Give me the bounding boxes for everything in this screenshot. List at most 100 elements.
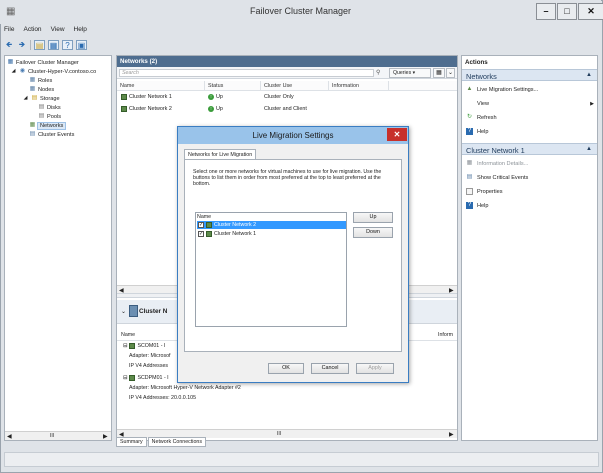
collapse-triangle-icon[interactable]: ▲	[586, 72, 592, 78]
search-input[interactable]: Search	[119, 69, 374, 77]
tree-item-storage[interactable]: ◢ ▤ Storage	[22, 95, 60, 102]
collapse-triangle-icon[interactable]: ▲	[586, 146, 592, 152]
tab-network-connections[interactable]: Network Connections	[147, 437, 207, 447]
detail-row[interactable]: ⊟ SCOM01 - I	[123, 343, 165, 349]
network-icon	[121, 94, 127, 100]
back-arrow-icon[interactable]: 🡸	[4, 40, 14, 50]
menu-action[interactable]: Action	[23, 26, 41, 37]
queries-label: Queries	[393, 70, 412, 76]
network-icon	[206, 222, 212, 228]
collapse-chevron-icon[interactable]: ⌄	[446, 68, 455, 78]
tree-horizontal-scrollbar[interactable]: ◀ III ▶	[5, 431, 111, 440]
detail-adapter: Adapter: Microsof	[129, 353, 171, 359]
navigation-tree: ▦ Failover Cluster Manager ◢ ◉ Cluster-H…	[4, 55, 112, 441]
maximize-button[interactable]: □	[557, 3, 577, 20]
action-label: View	[477, 100, 490, 107]
tree-item-cluster[interactable]: ◢ ◉ Cluster-Hyper-V.contoso.co	[10, 68, 97, 75]
close-button[interactable]: ✕	[578, 3, 603, 20]
action-view[interactable]: View ▶	[466, 100, 594, 107]
tree-item-label: Pools	[47, 113, 61, 120]
pane-title: Networks (2)	[117, 56, 457, 67]
expand-minus-icon[interactable]: ⊟	[123, 343, 127, 349]
action-label: Help	[477, 128, 489, 135]
menu-file[interactable]: File	[4, 26, 14, 37]
network-checkbox[interactable]: ✓	[198, 222, 204, 228]
section-title: Cluster Network 1	[466, 146, 525, 155]
down-button[interactable]: Down	[353, 227, 393, 238]
menu-help[interactable]: Help	[74, 26, 87, 37]
search-icon[interactable]: ⚲	[376, 69, 380, 76]
action-help-network[interactable]: ? Help	[466, 202, 489, 209]
action-information-details[interactable]: ▦ Information Details...	[466, 160, 529, 167]
list-item[interactable]: ✓ Cluster Network 2	[197, 221, 346, 229]
detail-adapter: Adapter: Microsoft Hyper-V Network Adapt…	[129, 385, 241, 391]
network-status: Up	[216, 106, 223, 112]
save-query-icon[interactable]: ▦	[433, 68, 445, 78]
action-show-critical-events[interactable]: ▤ Show Critical Events	[466, 174, 529, 181]
up-button[interactable]: Up	[353, 212, 393, 223]
expand-minus-icon[interactable]: ⊟	[123, 375, 127, 381]
tree-item-pools[interactable]: ▤ Pools	[38, 113, 61, 120]
help-icon[interactable]: ?	[62, 40, 73, 50]
action-label: Properties	[477, 188, 503, 195]
ok-button[interactable]: OK	[268, 363, 304, 374]
action-help[interactable]: ? Help	[466, 128, 489, 135]
tree-item-networks[interactable]: ▦ Networks	[29, 121, 67, 130]
expand-arrow-icon[interactable]: ◢	[22, 95, 29, 102]
scroll-left-icon[interactable]: ◀	[7, 433, 12, 440]
status-bar	[4, 452, 599, 467]
scroll-right-icon[interactable]: ▶	[449, 431, 454, 438]
dialog-close-button[interactable]: ✕	[387, 128, 407, 141]
status-up-icon: ↑	[208, 106, 214, 112]
column-header-name[interactable]: Name	[117, 81, 205, 91]
tree-item-cluster-events[interactable]: ▤ Cluster Events	[29, 131, 75, 138]
network-settings-icon: ▲	[466, 86, 473, 92]
window-controls: – □ ✕	[536, 3, 603, 20]
dialog-description: Select one or more networks for virtual …	[193, 169, 382, 188]
scroll-thumb[interactable]: III	[277, 431, 281, 437]
action-live-migration-settings[interactable]: ▲ Live Migration Settings...	[466, 86, 539, 93]
column-header-cluster-use[interactable]: Cluster Use	[261, 81, 329, 91]
column-header-information[interactable]: Information	[329, 81, 389, 91]
list-item[interactable]: ✓ Cluster Network 1	[197, 230, 346, 238]
detail-node-name: SCDPM01 - I	[137, 375, 169, 381]
tab-summary[interactable]: Summary	[116, 437, 147, 447]
queries-button[interactable]: Queries ▾	[389, 68, 431, 78]
tree-item-failover-cluster-manager[interactable]: ▦ Failover Cluster Manager	[7, 59, 79, 66]
scroll-right-icon[interactable]: ▶	[103, 433, 108, 440]
tree-item-roles[interactable]: ▦ Roles	[29, 77, 53, 84]
expand-arrow-icon[interactable]: ◢	[10, 68, 17, 75]
detail-row[interactable]: ⊟ SCDPM01 - I	[123, 375, 169, 381]
collapse-chevron-icon[interactable]: ⌄	[121, 308, 126, 315]
network-checkbox[interactable]: ✓	[198, 231, 204, 237]
menu-view[interactable]: View	[51, 26, 65, 37]
actions-section-networks[interactable]: Networks ▲	[462, 69, 597, 81]
nodes-icon: ▦	[29, 86, 36, 92]
minimize-button[interactable]: –	[536, 3, 556, 20]
toolbar: 🡸 🡺 ▤ ▦ ? ▣	[4, 39, 87, 51]
dialog-title-bar: Live Migration Settings ✕	[178, 127, 408, 144]
table-row[interactable]: Cluster Network 1 ↑ Up Cluster Only	[117, 92, 457, 103]
properties-icon[interactable]: ▦	[48, 40, 59, 50]
pool-icon: ▤	[38, 113, 45, 119]
forward-arrow-icon[interactable]: 🡺	[17, 40, 27, 50]
action-refresh[interactable]: ↻ Refresh	[466, 114, 497, 121]
cluster-network-icon	[129, 305, 138, 317]
console-icon[interactable]: ▣	[76, 40, 87, 50]
action-properties[interactable]: Properties	[466, 188, 503, 195]
network-use: Cluster Only	[264, 94, 294, 100]
network-label: Cluster Network 2	[214, 222, 257, 228]
action-label: Help	[477, 202, 489, 209]
menu-bar: File Action View Help	[4, 26, 87, 37]
actions-section-cluster-network-1[interactable]: Cluster Network 1 ▲	[462, 143, 597, 155]
table-row[interactable]: Cluster Network 2 ↑ Up Cluster and Client	[117, 104, 457, 115]
adapter-icon	[129, 375, 136, 381]
apply-button[interactable]: Apply	[356, 363, 394, 374]
folder-icon[interactable]: ▤	[34, 40, 45, 50]
scroll-thumb[interactable]: III	[50, 433, 54, 439]
tree-item-nodes[interactable]: ▦ Nodes	[29, 86, 55, 93]
tree-item-disks[interactable]: ▤ Disks	[38, 104, 61, 111]
detail-column-name: Name	[121, 332, 136, 338]
cancel-button[interactable]: Cancel	[311, 363, 349, 374]
column-header-status[interactable]: Status	[205, 81, 261, 91]
